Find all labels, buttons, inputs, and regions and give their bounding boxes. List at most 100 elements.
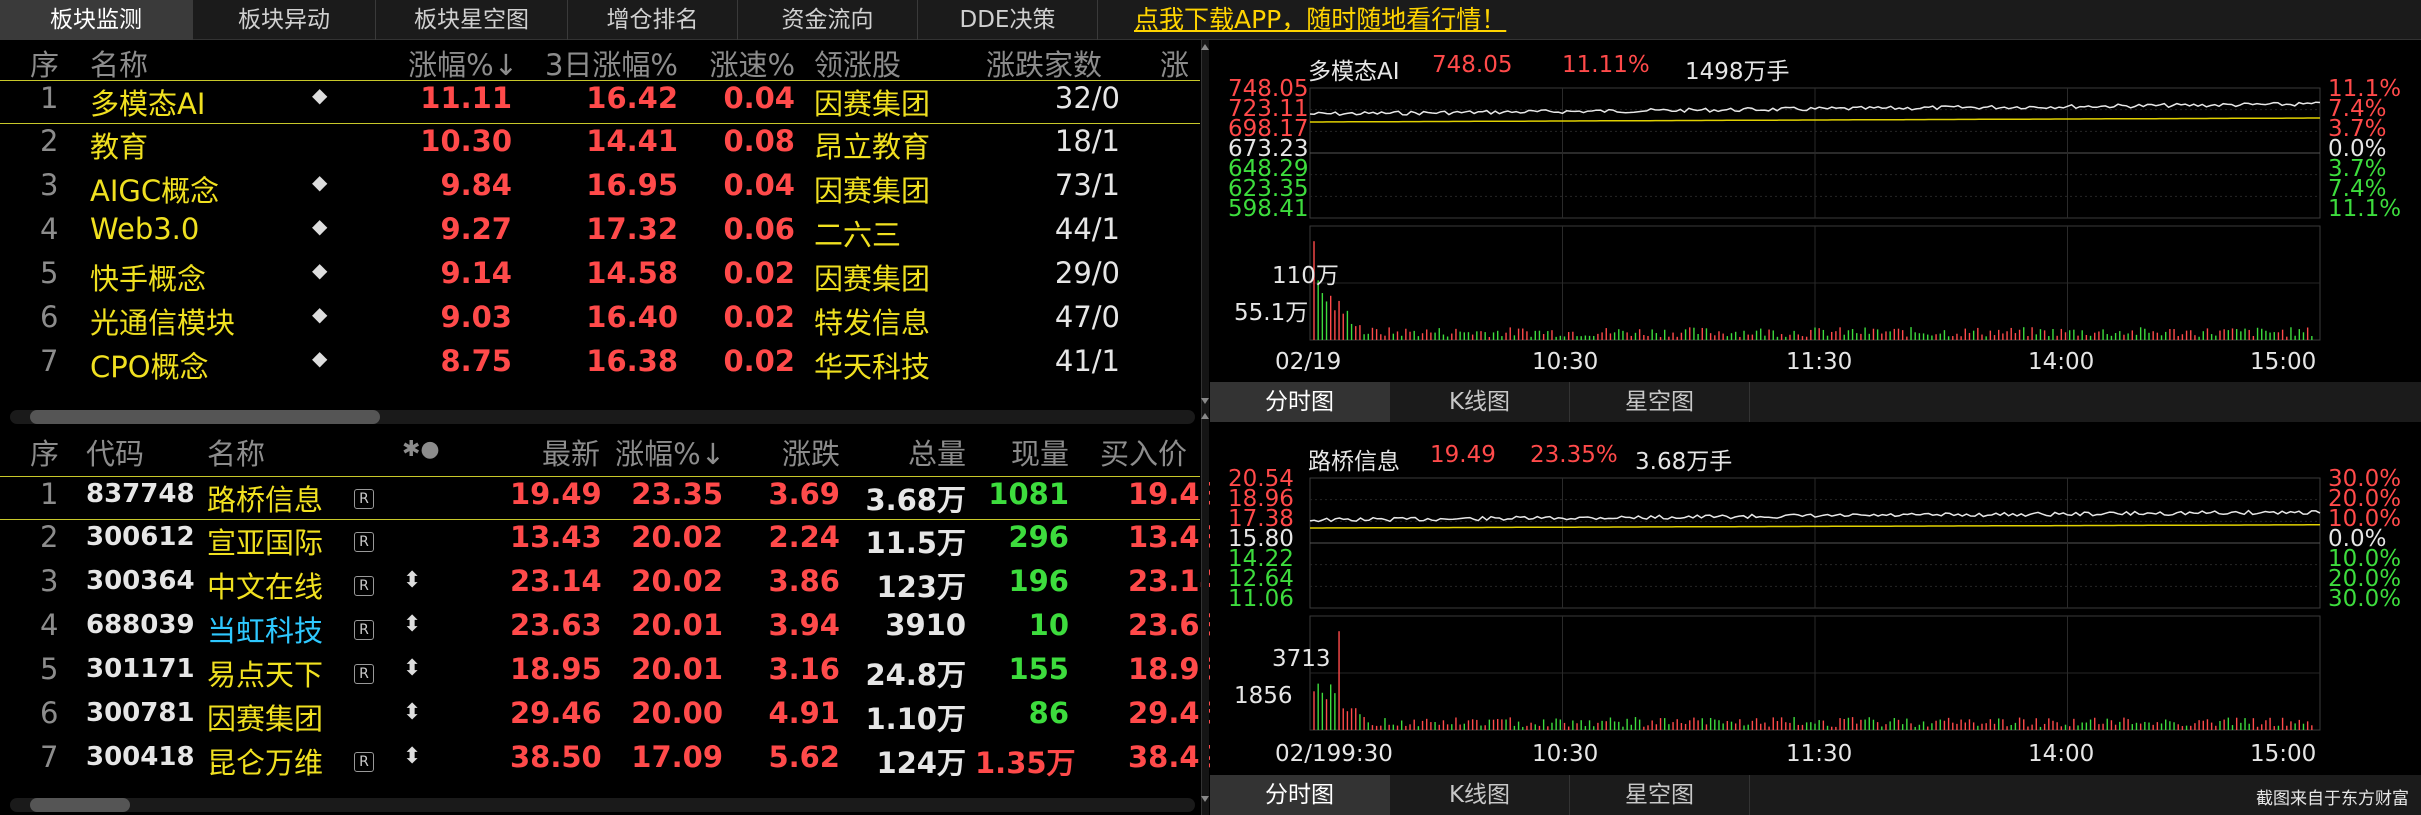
sector-name[interactable]: 快手概念	[90, 256, 206, 298]
col-change-pct[interactable]: 涨幅%↓	[605, 431, 725, 473]
scrollbar-thumb[interactable]	[30, 798, 130, 812]
stock-code[interactable]: 300612	[86, 522, 195, 552]
tab-kline[interactable]: K线图	[1390, 382, 1570, 422]
leader-stock[interactable]: 因赛集团	[814, 81, 930, 123]
table-row[interactable]: 4 688039 当虹科技 R ⬍ 23.63 20.01 3.94 3910 10 23.63	[0, 608, 1220, 652]
col-last[interactable]: 最新	[510, 431, 600, 473]
tab-position-rank[interactable]: 增仓排名	[568, 0, 738, 40]
chart-title-name: 路桥信息	[1308, 449, 1400, 475]
col-index[interactable]: 序	[30, 42, 59, 84]
leader-stock[interactable]: 昂立教育	[814, 124, 930, 166]
stock-code[interactable]: 300781	[86, 698, 195, 728]
screenshot-credit: 截图来自于东方财富	[2256, 789, 2409, 809]
table-row[interactable]: 4 Web3.0 ◆ 9.27 17.32 0.06 二六三 44/1	[0, 212, 1200, 256]
time-axis-label: 11:30	[1786, 741, 1853, 767]
change-amount: 5.62	[768, 740, 840, 774]
panel-divider[interactable]	[1201, 40, 1209, 815]
scroll-up-icon[interactable]	[1201, 413, 1209, 419]
table-row[interactable]: 5 快手概念 ◆ 9.14 14.58 0.02 因赛集团 29/0	[0, 256, 1200, 300]
stock-name[interactable]: 因赛集团	[207, 696, 323, 738]
chart-title-price: 748.05	[1432, 52, 1513, 78]
table-row[interactable]: 1 837748 路桥信息 R 19.49 23.35 3.69 3.68万 1081 19.48	[0, 476, 1220, 520]
stock-name[interactable]: 当虹科技	[207, 608, 323, 650]
row-index: 6	[40, 300, 59, 334]
col-more[interactable]: 涨	[1160, 42, 1189, 84]
change-pct: 8.75	[440, 344, 512, 378]
chart-canvas[interactable]	[1210, 430, 2421, 775]
col-bid[interactable]: 买入价	[1100, 431, 1187, 473]
col-leader[interactable]: 领涨股	[814, 42, 901, 84]
sector-name[interactable]: AIGC概念	[90, 168, 219, 210]
leader-stock[interactable]: 特发信息	[814, 300, 930, 342]
leader-stock[interactable]: 因赛集团	[814, 256, 930, 298]
leader-stock[interactable]: 华天科技	[814, 344, 930, 386]
stock-name[interactable]: 中文在线	[207, 564, 323, 606]
leader-stock[interactable]: 二六三	[814, 212, 901, 254]
table-row[interactable]: 2 教育 10.30 14.41 0.08 昂立教育 18/1	[0, 124, 1200, 168]
col-updown-count[interactable]: 涨跌家数	[986, 42, 1102, 84]
sector-name[interactable]: 多模态AI	[90, 81, 205, 123]
tab-kline[interactable]: K线图	[1390, 775, 1570, 815]
scrollbar-thumb[interactable]	[30, 410, 380, 424]
col-volume[interactable]: 总量	[850, 431, 966, 473]
tab-dde-decision[interactable]: DDE决策	[918, 0, 1098, 40]
diamond-icon: ◆	[312, 170, 328, 194]
tab-intraday[interactable]: 分时图	[1210, 775, 1390, 815]
scroll-up-icon[interactable]	[1201, 44, 1209, 50]
change-3day: 16.38	[586, 344, 678, 378]
col-code[interactable]: 代码	[86, 431, 144, 473]
col-speed[interactable]: 涨速%	[690, 42, 795, 84]
download-app-link[interactable]: 点我下载APP，随时随地看行情！	[1134, 0, 1506, 40]
stock-intraday-chart[interactable]: 路桥信息 19.49 23.35% 3.68万手 20.54 18.96 17.38…	[1210, 430, 2421, 775]
table-row[interactable]: 5 301171 易点天下 R ⬍ 18.95 20.01 3.16 24.8万 155 18.95	[0, 652, 1220, 696]
stock-table-scrollbar[interactable]	[10, 798, 1195, 812]
leader-stock[interactable]: 因赛集团	[814, 168, 930, 210]
stock-name[interactable]: 路桥信息	[207, 477, 323, 519]
table-row[interactable]: 6 光通信模块 ◆ 9.03 16.40 0.02 特发信息 47/0	[0, 300, 1200, 344]
stock-code[interactable]: 300418	[86, 742, 195, 772]
col-index[interactable]: 序	[30, 431, 59, 473]
col-name[interactable]: 名称	[207, 431, 265, 473]
tab-starmap[interactable]: 星空图	[1570, 382, 1750, 422]
stock-name[interactable]: 昆仑万维	[207, 740, 323, 782]
stock-code[interactable]: 688039	[86, 610, 195, 640]
stock-code[interactable]: 300364	[86, 566, 195, 596]
tab-fund-flow[interactable]: 资金流向	[738, 0, 918, 40]
col-change-pct[interactable]: 涨幅%↓	[400, 42, 518, 84]
scroll-down-icon[interactable]	[1201, 398, 1209, 404]
col-current-volume[interactable]: 现量	[975, 431, 1069, 473]
r-badge-icon: R	[354, 576, 374, 596]
sector-name[interactable]: 教育	[90, 124, 148, 166]
table-row[interactable]: 7 CPO概念 ◆ 8.75 16.38 0.02 华天科技 41/1	[0, 344, 1200, 388]
table-row[interactable]: 6 300781 因赛集团 ⬍ 29.46 20.00 4.91 1.10万 86 29.46	[0, 696, 1220, 740]
stock-code[interactable]: 837748	[86, 479, 195, 509]
stock-code[interactable]: 301171	[86, 654, 195, 684]
table-row[interactable]: 2 300612 宣亚国际 R 13.43 20.02 2.24 11.5万 296 13.43	[0, 520, 1220, 564]
sector-name[interactable]: 光通信模块	[90, 300, 235, 342]
change-speed: 0.06	[723, 212, 795, 246]
tab-sector-starmap[interactable]: 板块星空图	[376, 0, 568, 40]
col-name[interactable]: 名称	[90, 42, 148, 84]
stock-name[interactable]: 易点天下	[207, 652, 323, 694]
col-flags[interactable]: ✱●	[402, 437, 440, 462]
change-pct: 11.11	[420, 81, 512, 115]
sector-table-scrollbar[interactable]	[10, 410, 1195, 424]
col-3day-change[interactable]: 3日涨幅%	[528, 42, 678, 84]
current-volume: 1081	[988, 477, 1069, 511]
sector-name[interactable]: CPO概念	[90, 344, 209, 386]
table-row[interactable]: 3 AIGC概念 ◆ 9.84 16.95 0.04 因赛集团 73/1	[0, 168, 1200, 212]
chart-canvas[interactable]	[1210, 40, 2421, 382]
tab-intraday[interactable]: 分时图	[1210, 382, 1390, 422]
sector-name[interactable]: Web3.0	[90, 212, 199, 246]
col-change[interactable]: 涨跌	[740, 431, 840, 473]
tab-sector-monitor[interactable]: 板块监测	[0, 0, 193, 40]
table-row[interactable]: 3 300364 中文在线 R ⬍ 23.14 20.02 3.86 123万 196 23.14	[0, 564, 1220, 608]
stock-name[interactable]: 宣亚国际	[207, 520, 323, 562]
table-row[interactable]: 7 300418 昆仑万维 R ⬍ 38.50 17.09 5.62 124万 1.35万 38.4…	[0, 740, 1220, 784]
tab-starmap[interactable]: 星空图	[1570, 775, 1750, 815]
change-pct: 17.09	[631, 740, 723, 774]
tab-sector-change[interactable]: 板块异动	[193, 0, 376, 40]
table-row[interactable]: 1 多模态AI ◆ 11.11 16.42 0.04 因赛集团 32/0	[0, 80, 1200, 124]
sector-intraday-chart[interactable]: 多模态AI 748.05 11.11% 1498万手 748.05 723.11 6…	[1210, 40, 2421, 382]
scroll-down-icon[interactable]	[1201, 796, 1209, 802]
